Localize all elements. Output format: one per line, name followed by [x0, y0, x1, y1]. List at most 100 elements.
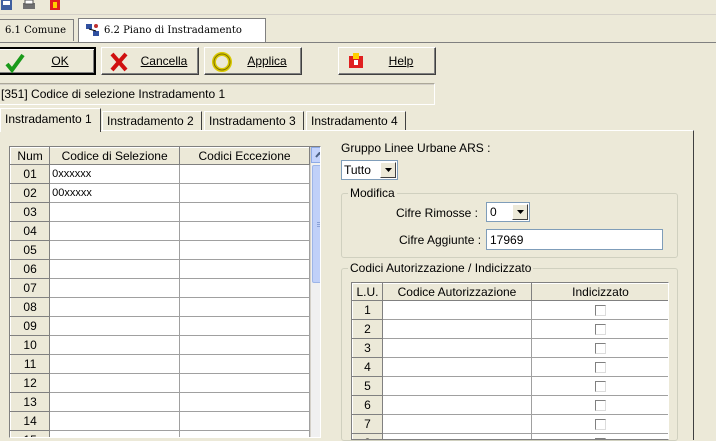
table-row[interactable]: 5 [352, 376, 668, 396]
phone-red-icon[interactable] [48, 0, 62, 11]
column-header-lu[interactable]: L.U. [352, 283, 383, 301]
table-row[interactable]: 14 [10, 411, 310, 431]
ok-button[interactable]: OK [0, 47, 96, 75]
print-icon[interactable] [22, 0, 36, 11]
selection-code-cell[interactable] [49, 335, 181, 355]
table-row[interactable]: 06 [10, 259, 310, 279]
auth-table: L.U. Codice Autorizzazione Indicizzato 1… [351, 282, 669, 440]
auth-code-cell[interactable] [382, 338, 532, 358]
table-row[interactable]: 4 [352, 357, 668, 377]
table-row[interactable]: 08 [10, 297, 310, 317]
indexed-checkbox[interactable] [595, 342, 606, 354]
indexed-checkbox[interactable] [595, 418, 606, 430]
selection-code-cell[interactable]: 00xxxxx [49, 183, 181, 203]
table-row[interactable]: 13 [10, 392, 310, 412]
window-tab-bar: 6.1 Comune 6.2 Piano di Instradamento [0, 15, 716, 43]
exception-code-cell[interactable] [179, 259, 310, 279]
vertical-scrollbar[interactable] [310, 147, 320, 437]
table-row[interactable]: 2 [352, 319, 668, 339]
selection-code-cell[interactable] [49, 411, 181, 431]
scroll-up-button[interactable] [311, 147, 320, 163]
selection-code-cell[interactable] [49, 240, 181, 260]
column-header-exceptions[interactable]: Codici Eccezione [179, 147, 310, 165]
selection-code-cell[interactable] [49, 354, 181, 374]
selection-code-cell[interactable]: 0xxxxxx [49, 164, 181, 184]
selection-code-cell[interactable] [49, 373, 181, 393]
exception-code-cell[interactable] [179, 354, 310, 374]
table-row[interactable]: 02 00xxxxx [10, 183, 310, 203]
auth-code-cell[interactable] [382, 357, 532, 377]
tab-instradamento-2[interactable]: Instradamento 2 [102, 111, 202, 131]
auth-code-cell[interactable] [382, 414, 532, 434]
exception-code-cell[interactable] [179, 316, 310, 336]
table-row[interactable]: 1 [352, 300, 668, 320]
exception-code-cell[interactable] [179, 411, 310, 431]
auth-code-cell[interactable] [382, 395, 532, 415]
cancel-button[interactable]: Cancella [101, 47, 199, 75]
indexed-checkbox[interactable] [595, 399, 606, 411]
column-header-auth-code[interactable]: Codice Autorizzazione [382, 283, 532, 301]
exception-code-cell[interactable] [179, 335, 310, 355]
exception-code-cell[interactable] [179, 373, 310, 393]
indexed-checkbox[interactable] [595, 304, 606, 316]
table-row[interactable]: 04 [10, 221, 310, 241]
table-row[interactable]: 10 [10, 335, 310, 355]
exception-code-cell[interactable] [179, 221, 310, 241]
cifre-rimosse-dropdown-button[interactable] [512, 204, 528, 220]
table-row[interactable]: 01 0xxxxxx [10, 164, 310, 184]
exception-code-cell[interactable] [179, 297, 310, 317]
indexed-checkbox[interactable] [595, 437, 606, 439]
exception-code-cell[interactable] [179, 202, 310, 222]
table-row[interactable]: 6 [352, 395, 668, 415]
table-row[interactable]: 09 [10, 316, 310, 336]
table-row[interactable]: 05 [10, 240, 310, 260]
tab-instradamento-1[interactable]: Instradamento 1 [0, 108, 101, 132]
table-row[interactable]: 03 [10, 202, 310, 222]
table-row[interactable]: 11 [10, 354, 310, 374]
selection-code-cell[interactable] [49, 316, 181, 336]
exception-code-cell[interactable] [179, 278, 310, 298]
table-row[interactable]: 12 [10, 373, 310, 393]
column-header-code[interactable]: Codice di Selezione [49, 147, 181, 165]
exception-code-cell[interactable] [179, 430, 310, 437]
tab-piano-instradamento[interactable]: 6.2 Piano di Instradamento [78, 18, 266, 42]
exception-code-cell[interactable] [179, 183, 310, 203]
selection-code-cell[interactable] [49, 430, 181, 437]
exception-code-cell[interactable] [179, 392, 310, 412]
selection-code-cell[interactable] [49, 221, 181, 241]
table-row[interactable]: 3 [352, 338, 668, 358]
selection-code-cell[interactable] [49, 278, 181, 298]
auth-legend: Codici Autorizzazione / Indicizzato [350, 261, 532, 275]
help-button[interactable]: Help [338, 47, 436, 75]
indexed-checkbox[interactable] [595, 361, 606, 373]
auth-code-cell[interactable] [382, 300, 532, 320]
tab-comune[interactable]: 6.1 Comune [0, 19, 74, 41]
table-row[interactable]: 07 [10, 278, 310, 298]
indexed-checkbox[interactable] [595, 323, 606, 335]
save-icon[interactable] [0, 0, 14, 11]
cifre-aggiunte-input[interactable]: 17969 [486, 229, 663, 250]
selection-code-cell[interactable] [49, 202, 181, 222]
selection-code-cell[interactable] [49, 259, 181, 279]
ars-group-select[interactable]: Tutto [341, 160, 398, 180]
selection-code-cell[interactable] [49, 297, 181, 317]
table-row[interactable]: 15 [10, 430, 310, 437]
table-row[interactable]: 7 [352, 414, 668, 434]
tab-instradamento-3[interactable]: Instradamento 3 [204, 111, 304, 131]
scroll-thumb[interactable] [312, 165, 320, 283]
auth-code-cell[interactable] [382, 433, 532, 439]
column-header-num[interactable]: Num [10, 147, 51, 165]
selection-code-cell[interactable] [49, 392, 181, 412]
indexed-checkbox[interactable] [595, 380, 606, 392]
exception-code-cell[interactable] [179, 164, 310, 184]
tab-instradamento-4[interactable]: Instradamento 4 [306, 111, 406, 131]
cifre-rimosse-select[interactable]: 0 [486, 202, 530, 222]
table-row[interactable]: 8 [352, 433, 668, 439]
column-header-indexed[interactable]: Indicizzato [531, 283, 668, 301]
row-lu: 8 [352, 433, 383, 439]
exception-code-cell[interactable] [179, 240, 310, 260]
ars-dropdown-button[interactable] [380, 162, 396, 178]
auth-code-cell[interactable] [382, 376, 532, 396]
apply-button[interactable]: Applica [204, 47, 302, 75]
auth-code-cell[interactable] [382, 319, 532, 339]
